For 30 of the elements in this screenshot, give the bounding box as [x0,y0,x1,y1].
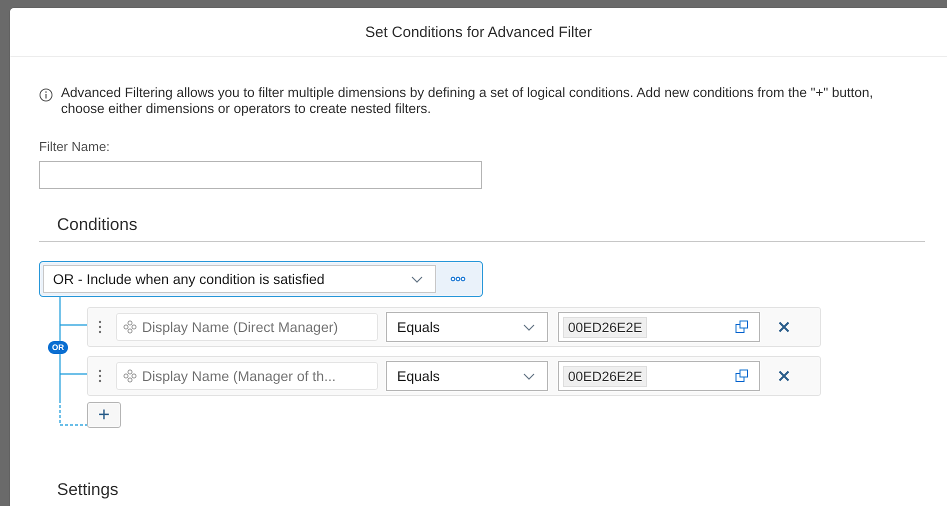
value-help-icon[interactable] [735,369,749,383]
value-help-icon[interactable] [735,320,749,334]
chevron-down-icon [523,372,535,380]
conditions-heading: Conditions [57,215,138,234]
drag-handle-icon[interactable] [98,320,102,334]
dimension-icon [123,369,137,383]
comparison-dropdown[interactable]: Equals [386,361,548,391]
value-field[interactable]: 00ED26E2E [558,361,760,391]
chevron-down-icon [523,324,535,330]
or-badge: OR [48,341,68,354]
filter-name-field[interactable] [39,161,482,189]
chevron-down-icon [411,276,423,282]
drag-handle-icon[interactable] [98,369,102,383]
comparison-dropdown[interactable]: Equals [386,312,548,342]
info-text: Advanced Filtering allows you to filter multiple dimensions by defining a set of logical conditions. Add new conditions from the "+" button, choose either dimensions or operators to create nested filters. [61,85,874,117]
info-icon [39,88,53,102]
more-icon [450,276,466,282]
dimension-field[interactable]: Display Name (Manager of th... [116,362,378,390]
value-token: 00ED26E2E [563,316,648,338]
operator-dropdown[interactable]: OR - Include when any condition is satisfied [43,265,436,293]
dialog-title: Set Conditions for Advanced Filter [365,24,592,40]
close-icon [778,370,790,382]
settings-heading: Settings [57,480,120,500]
dimension-field[interactable]: Display Name (Direct Manager) [116,313,378,341]
value-token: 00ED26E2E [563,366,648,386]
value-field[interactable]: 00ED26E2E [558,312,760,342]
add-button[interactable]: + [87,402,121,428]
dimension-icon [123,320,137,334]
close-icon [778,321,790,333]
filter-name-label: Filter Name: [39,139,111,154]
